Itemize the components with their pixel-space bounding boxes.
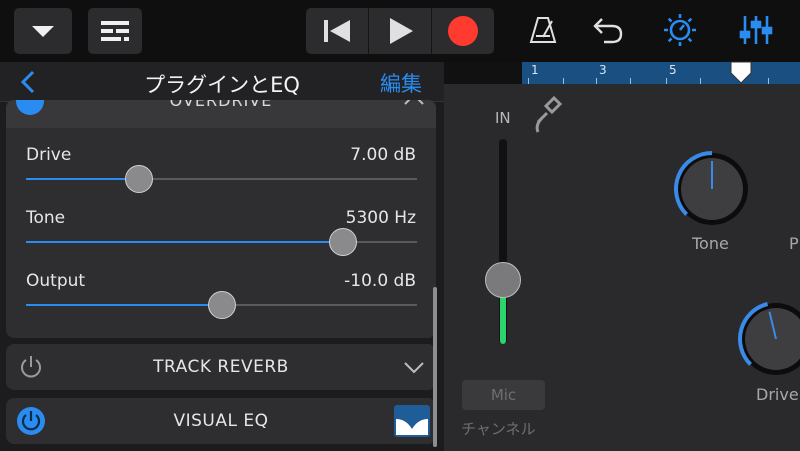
overdrive-module: OVERDRIVE Drive 7.00 dB Tone 5300 Hz Out… xyxy=(6,100,436,338)
play-icon xyxy=(390,18,413,44)
undo-button[interactable] xyxy=(590,12,626,48)
slider-thumb[interactable] xyxy=(328,228,357,256)
slider-fill xyxy=(26,241,343,243)
panel-scrollbar[interactable] xyxy=(433,287,437,447)
track-reverb-title: TRACK REVERB xyxy=(153,357,289,377)
play-button[interactable] xyxy=(369,8,432,54)
overdrive-header[interactable]: OVERDRIVE xyxy=(6,100,436,128)
menu-dropdown-button[interactable] xyxy=(14,8,72,54)
mic-button[interactable]: Mic xyxy=(462,380,545,410)
tone-knob-label: Tone xyxy=(692,234,729,253)
playhead-icon[interactable] xyxy=(729,61,753,85)
output-label: Output xyxy=(26,271,86,291)
settings-icon xyxy=(664,14,696,46)
metronome-button[interactable] xyxy=(525,12,561,48)
top-toolbar xyxy=(0,0,800,62)
mixer-icon xyxy=(739,16,773,44)
transport-controls xyxy=(306,8,494,54)
record-icon xyxy=(448,16,478,46)
amp-view: IN Mic チャンネル Tone P Drive xyxy=(444,84,800,451)
tone-value: 5300 Hz xyxy=(345,208,416,228)
input-level-fader[interactable] xyxy=(485,262,521,298)
mixer-button[interactable] xyxy=(738,12,774,48)
channel-label: チャンネル xyxy=(461,420,536,438)
panel-header: プラグインとEQ 編集 xyxy=(0,62,444,102)
slider-thumb[interactable] xyxy=(125,165,154,193)
ruler-label: 5 xyxy=(669,63,677,77)
tracks-view-icon xyxy=(101,21,129,41)
drive-value: 7.00 dB xyxy=(350,145,416,165)
chevron-down-icon[interactable] xyxy=(402,360,426,376)
page-title: プラグインとEQ xyxy=(144,73,300,97)
timeline-ruler[interactable]: 1 3 5 7 xyxy=(522,61,800,85)
tone-label: Tone xyxy=(26,208,66,228)
chevron-up-icon[interactable] xyxy=(402,100,426,108)
slider-fill xyxy=(26,178,140,180)
slider-fill xyxy=(26,304,222,306)
input-label: IN xyxy=(495,109,511,127)
amp-knob-label-partial: P xyxy=(789,234,799,253)
ruler-label: 1 xyxy=(531,63,539,77)
tracks-view-button[interactable] xyxy=(88,8,142,54)
metronome-icon xyxy=(529,17,557,43)
settings-button[interactable] xyxy=(662,12,698,48)
plugins-eq-panel: プラグインとEQ 編集 OVERDRIVE Drive 7.00 dB Tone… xyxy=(0,62,444,451)
record-button[interactable] xyxy=(432,8,494,54)
eq-curve-icon[interactable] xyxy=(394,405,430,437)
input-jack-icon[interactable] xyxy=(532,94,566,134)
skip-back-button[interactable] xyxy=(306,8,369,54)
drive-knob[interactable] xyxy=(734,297,800,381)
drive-slider[interactable] xyxy=(26,164,417,194)
skip-back-icon xyxy=(324,20,350,42)
output-slider[interactable] xyxy=(26,290,417,320)
chevron-down-icon xyxy=(32,26,54,37)
ruler-label: 3 xyxy=(599,63,607,77)
undo-icon xyxy=(593,18,623,44)
edit-button[interactable]: 編集 xyxy=(380,68,422,98)
overdrive-title: OVERDRIVE xyxy=(169,100,273,110)
tone-slider[interactable] xyxy=(26,227,417,257)
output-value: -10.0 dB xyxy=(344,271,416,291)
drive-label: Drive xyxy=(26,145,72,165)
visual-eq-title: VISUAL EQ xyxy=(173,411,269,431)
tone-knob[interactable] xyxy=(670,147,754,231)
slider-thumb[interactable] xyxy=(207,291,236,319)
drive-knob-label: Drive xyxy=(756,385,799,404)
track-reverb-module[interactable]: TRACK REVERB xyxy=(6,344,436,390)
visual-eq-module[interactable]: VISUAL EQ xyxy=(6,398,436,444)
